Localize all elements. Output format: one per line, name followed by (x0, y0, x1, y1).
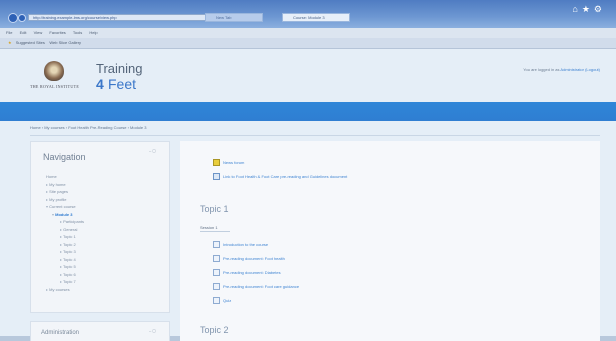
nav-item-general[interactable]: ▸ General (46, 226, 84, 234)
admin-block-controls[interactable]: – ◻ (149, 328, 156, 333)
quiz-icon (213, 297, 220, 304)
login-info: You are logged in as Administrator (Logo… (523, 67, 600, 72)
topic-2-title: Topic 2 (200, 325, 229, 335)
navigation-tree: Home ▸ My home ▸ Site pages ▸ My profile… (46, 173, 84, 293)
url-icon (213, 173, 220, 180)
tab-course[interactable]: Course: Module 3 (282, 13, 350, 22)
nav-item-topic-5[interactable]: ▸ Topic 5 (46, 263, 84, 271)
nav-item-topic-6[interactable]: ▸ Topic 6 (46, 271, 84, 279)
breadcrumb[interactable]: Home › My courses › Foot Health Pre-Read… (30, 125, 147, 130)
topic-1-link-3[interactable]: Pre-reading document: Diabetes (223, 270, 281, 275)
nav-bar (0, 102, 616, 121)
breadcrumb-divider (30, 135, 600, 136)
logo-feet-text[interactable]: Feet (108, 76, 136, 92)
document-icon (213, 255, 220, 262)
navigation-block: Navigation – ◻ Home ▸ My home ▸ Site pag… (30, 141, 170, 313)
news-forum-link[interactable]: News forum (223, 160, 244, 165)
site-header: THE ROYAL INSTITUTE Training 4 Feet You … (30, 57, 600, 99)
logo-training-text[interactable]: Training (96, 61, 142, 76)
administration-title: Administration (41, 330, 80, 336)
menu-help[interactable]: Help (89, 30, 97, 35)
nav-item-participants[interactable]: ▸ Participants (46, 218, 84, 226)
nav-item-topic-7[interactable]: ▸ Topic 7 (46, 278, 84, 286)
nav-item-topic-1[interactable]: ▸ Topic 1 (46, 233, 84, 241)
web-page: THE ROYAL INSTITUTE Training 4 Feet You … (0, 49, 616, 341)
nav-item-module[interactable]: ▾ Module 3 (46, 211, 84, 219)
menu-view[interactable]: View (34, 30, 43, 35)
topic-1-link-1[interactable]: Introduction to the course (223, 242, 268, 247)
news-forum-icon (213, 159, 220, 166)
favorites-star-icon[interactable]: ★ (8, 40, 12, 45)
login-user-link[interactable]: Administrator (Logout) (560, 67, 600, 72)
institution-name: THE ROYAL INSTITUTE (30, 84, 80, 89)
topic-1-divider (200, 231, 230, 232)
logo-number: 4 (96, 76, 104, 92)
document-icon (213, 269, 220, 276)
nav-item-home[interactable]: Home (46, 173, 84, 181)
topic-1-link-2[interactable]: Pre-reading document: Foot health (223, 256, 285, 261)
nav-item-topic-4[interactable]: ▸ Topic 4 (46, 256, 84, 264)
topic-1-title: Topic 1 (200, 204, 229, 214)
topic-1-subtitle: Session 1 (200, 225, 218, 230)
back-button[interactable] (8, 13, 18, 23)
favorite-web-slice[interactable]: Web Slice Gallery (49, 40, 81, 45)
nav-item-current-course[interactable]: ▾ Current course (46, 203, 84, 211)
nav-item-topic-2[interactable]: ▸ Topic 2 (46, 241, 84, 249)
favorites-bar: ★ Suggested Sites Web Slice Gallery (0, 38, 616, 49)
nav-item-my-profile[interactable]: ▸ My profile (46, 196, 84, 204)
tab-new[interactable]: New Tab (205, 13, 263, 22)
browser-titlebar: http://training.example-lms.org/course/v… (0, 0, 616, 28)
document-icon (213, 241, 220, 248)
window-icons[interactable]: ⌂★⚙ (572, 4, 606, 15)
menu-tools[interactable]: Tools (73, 30, 82, 35)
menu-edit[interactable]: Edit (20, 30, 27, 35)
address-bar[interactable]: http://training.example-lms.org/course/v… (28, 14, 220, 21)
nav-item-site-pages[interactable]: ▸ Site pages (46, 188, 84, 196)
block-controls[interactable]: – ◻ (149, 148, 156, 153)
favorite-suggested-sites[interactable]: Suggested Sites (16, 40, 45, 45)
guidelines-link[interactable]: Link to Foot Health & Foot Care pre-read… (223, 174, 347, 179)
menu-favorites[interactable]: Favorites (49, 30, 65, 35)
nav-item-my-home[interactable]: ▸ My home (46, 181, 84, 189)
crest-logo[interactable] (44, 61, 64, 81)
nav-item-topic-3[interactable]: ▸ Topic 3 (46, 248, 84, 256)
document-icon (213, 283, 220, 290)
login-text: You are logged in as (523, 67, 560, 72)
menu-file[interactable]: File (6, 30, 12, 35)
administration-block: Administration – ◻ (30, 321, 170, 341)
forward-button[interactable] (18, 14, 26, 22)
nav-item-my-courses[interactable]: ▸ My courses (46, 286, 84, 294)
navigation-title: Navigation (43, 152, 86, 162)
menu-bar: File Edit View Favorites Tools Help (0, 28, 616, 38)
course-content: News forum Link to Foot Health & Foot Ca… (180, 141, 600, 341)
topic-1-link-4[interactable]: Pre-reading document: Foot care guidance (223, 284, 299, 289)
topic-1-link-5[interactable]: Quiz (223, 298, 231, 303)
